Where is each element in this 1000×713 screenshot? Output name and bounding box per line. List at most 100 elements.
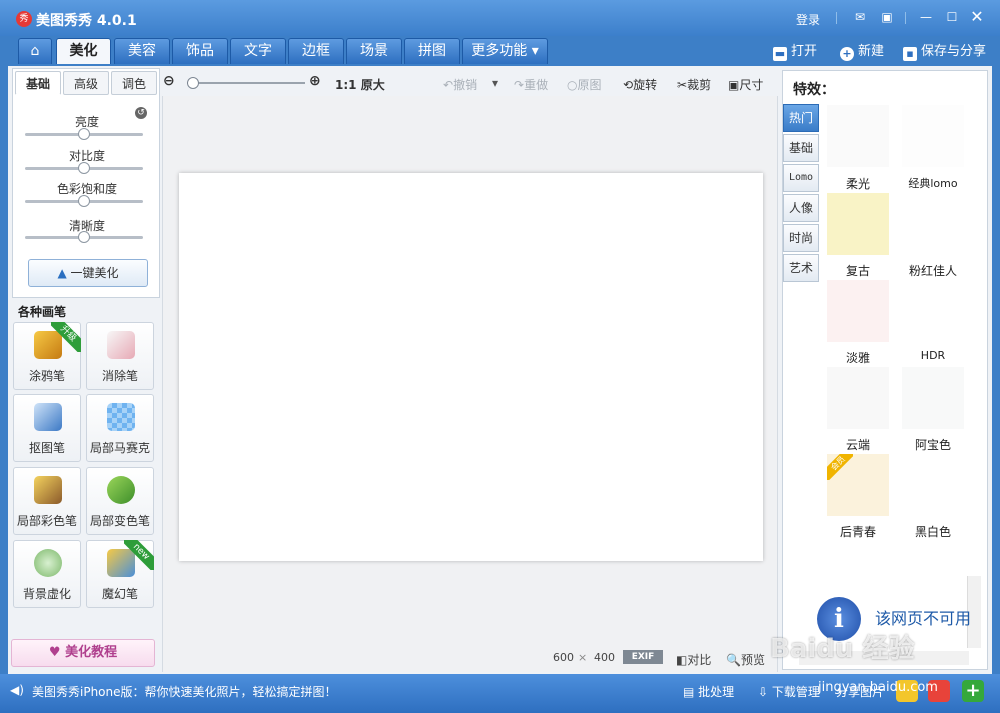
mosaic-brush-button[interactable]: 局部马赛克 — [86, 394, 154, 462]
original-label: 原图 — [577, 78, 602, 92]
app-title: 美图秀秀 4.0.1 — [36, 13, 137, 29]
rotate-button[interactable]: ⟲旋转 — [623, 76, 657, 93]
save-share-button[interactable]: ▪ 保存与分享 — [903, 40, 986, 61]
subtab-basic[interactable]: 基础 — [15, 71, 61, 95]
effect-thumb-retro[interactable] — [827, 193, 889, 255]
home-icon: ⌂ — [30, 43, 40, 59]
color-brush-button[interactable]: 局部彩色笔 — [13, 467, 81, 535]
resize-button[interactable]: ▣尺寸 — [728, 76, 763, 93]
effect-thumb-pink[interactable] — [902, 193, 964, 255]
maximize-icon[interactable]: ☐ — [945, 10, 959, 24]
brush-label: 局部彩色笔 — [16, 514, 77, 528]
effect-thumb-hdr[interactable] — [902, 280, 964, 342]
beautify-tutorial-button[interactable]: ♥ 美化教程 — [11, 639, 155, 667]
minimize-icon[interactable]: — — [919, 10, 933, 24]
effects-tab-basic[interactable]: 基础 — [783, 134, 819, 162]
compare-button[interactable]: ◧对比 — [676, 651, 711, 668]
zoom-out-icon[interactable]: ⊖ — [163, 73, 175, 89]
effect-thumb-soft-light[interactable] — [827, 105, 889, 167]
effect-label: 云端 — [845, 438, 870, 452]
download-manager-button[interactable]: ⇩ 下载管理 — [758, 683, 820, 700]
tab-scene[interactable]: 场景 — [346, 38, 402, 64]
effect-thumb-lomo[interactable] — [902, 105, 964, 167]
close-icon[interactable]: ✕ — [970, 9, 984, 25]
divider — [836, 12, 837, 24]
preview-button[interactable]: 🔍预览 — [726, 651, 765, 668]
magic-brush-button[interactable]: 魔幻笔 new — [86, 540, 154, 608]
sharpness-slider[interactable] — [25, 231, 143, 243]
adjust-panel: 基础 高级 调色 ↺ 亮度 对比度 色彩饱和度 清晰度 ▲ 一键美化 — [12, 68, 160, 298]
magic-wand-icon: ▲ — [57, 266, 71, 280]
saturation-label: 色彩饱和度 — [56, 182, 117, 196]
tab-accessories[interactable]: 饰品 — [172, 38, 228, 64]
exif-button[interactable]: EXIF — [623, 650, 663, 664]
image-canvas[interactable] — [179, 173, 763, 561]
actual-size-button[interactable]: 1:1 原大 — [335, 76, 385, 93]
baidu-watermark: Baidu 经验 — [770, 634, 915, 664]
recolor-brush-button[interactable]: 局部变色笔 — [86, 467, 154, 535]
saturation-slider[interactable] — [25, 195, 143, 207]
effects-tab-hot[interactable]: 热门 — [783, 104, 819, 132]
slider-knob[interactable] — [78, 162, 90, 174]
add-icon[interactable]: + — [962, 680, 984, 702]
tab-beauty[interactable]: 美容 — [114, 38, 170, 64]
skin-icon[interactable]: ▣ — [880, 10, 894, 24]
effect-thumb-elegant[interactable] — [827, 280, 889, 342]
subtab-color[interactable]: 调色 — [111, 71, 157, 95]
effects-tab-lomo[interactable]: Lomo — [783, 164, 819, 192]
tab-home[interactable]: ⌂ — [18, 38, 52, 64]
crop-button[interactable]: ✂裁剪 — [677, 76, 711, 93]
login-link[interactable]: 登录 — [796, 11, 820, 28]
watermark-url: jingyan.baidu.com — [818, 680, 938, 695]
slider-knob[interactable] — [78, 231, 90, 243]
tab-frame[interactable]: 边框 — [288, 38, 344, 64]
slider-knob[interactable] — [78, 128, 90, 140]
iphone-promo-link[interactable]: 美图秀秀iPhone版：帮你快速美化照片，轻松搞定拼图！ — [32, 683, 337, 700]
effect-label: HDR — [920, 349, 946, 362]
eraser-brush-button[interactable]: 消除笔 — [86, 322, 154, 390]
open-button[interactable]: ▬ 打开 — [773, 40, 817, 61]
undo-dropdown-icon[interactable]: ▾ — [492, 76, 498, 90]
client-area: 基础 高级 调色 ↺ 亮度 对比度 色彩饱和度 清晰度 ▲ 一键美化 各种画笔 … — [8, 66, 992, 674]
zoom-slider[interactable] — [187, 82, 305, 84]
original-button[interactable]: ○原图 — [567, 76, 602, 93]
effect-thumb-youth[interactable]: 会员 — [827, 454, 889, 516]
effects-tab-art[interactable]: 艺术 — [783, 254, 819, 282]
tab-text[interactable]: 文字 — [230, 38, 286, 64]
tab-collage[interactable]: 拼图 — [404, 38, 460, 64]
doodle-brush-button[interactable]: 涂鸦笔 升级 — [13, 322, 81, 390]
folder-icon: ▬ — [773, 47, 787, 61]
batch-button[interactable]: ▤ 批处理 — [683, 683, 734, 700]
scissors-icon: ✂ — [677, 78, 688, 92]
effect-label: 后青春 — [839, 525, 876, 539]
brightness-slider[interactable] — [25, 128, 143, 140]
effects-tab-portrait[interactable]: 人像 — [783, 194, 819, 222]
redo-icon: ↷ — [514, 78, 525, 92]
new-label: 新建 — [858, 44, 885, 59]
upgrade-badge: 升级 — [51, 322, 81, 352]
subtab-advanced[interactable]: 高级 — [63, 71, 109, 95]
undo-button[interactable]: ↶撤销 — [443, 76, 477, 93]
effects-tab-fashion[interactable]: 时尚 — [783, 224, 819, 252]
background-blur-button[interactable]: 背景虚化 — [13, 540, 81, 608]
effect-thumb-bw[interactable] — [902, 454, 964, 516]
zoom-in-icon[interactable]: ⊕ — [309, 73, 321, 89]
effect-label: 粉红佳人 — [908, 264, 957, 278]
tab-more[interactable]: 更多功能 ▾ — [462, 38, 548, 64]
feedback-icon[interactable]: ✉ — [853, 10, 867, 24]
one-key-beautify-button[interactable]: ▲ 一键美化 — [28, 259, 148, 287]
effect-label: 经典lomo — [908, 177, 958, 190]
divider — [905, 12, 906, 24]
effect-thumb-cloud[interactable] — [827, 367, 889, 429]
cutout-brush-button[interactable]: 抠图笔 — [13, 394, 81, 462]
effect-thumb-abao[interactable] — [902, 367, 964, 429]
contrast-slider[interactable] — [25, 162, 143, 174]
zoom-knob[interactable] — [187, 77, 199, 89]
new-button[interactable]: + 新建 — [840, 40, 884, 61]
batch-label: 批处理 — [698, 685, 735, 699]
tab-beautify[interactable]: 美化 — [56, 38, 111, 64]
slider-knob[interactable] — [78, 195, 90, 207]
download-icon: ⇩ — [758, 685, 772, 699]
redo-button[interactable]: ↷重做 — [514, 76, 548, 93]
effect-label: 阿宝色 — [914, 438, 951, 452]
